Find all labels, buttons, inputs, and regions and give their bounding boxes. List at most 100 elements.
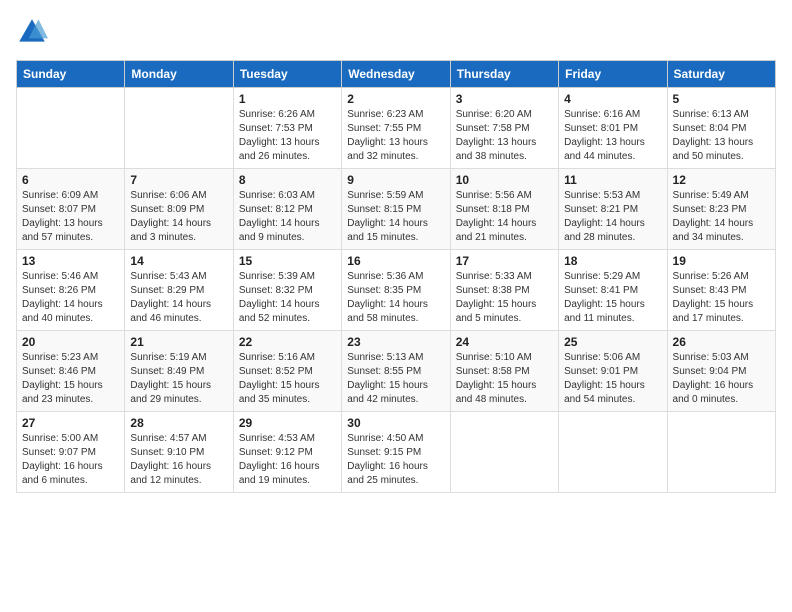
day-number: 26 xyxy=(673,335,770,349)
week-row-1: 1Sunrise: 6:26 AMSunset: 7:53 PMDaylight… xyxy=(17,88,776,169)
day-info: Sunrise: 5:53 AMSunset: 8:21 PMDaylight:… xyxy=(564,189,661,245)
day-cell: 16 Sunrise: 5:36 AMSunset: 8:35 PMDayligh… xyxy=(342,250,450,331)
day-info: Sunrise: 5:43 AMSunset: 8:29 PMDaylight:… xyxy=(130,270,227,326)
day-cell xyxy=(450,412,558,493)
header-thursday: Thursday xyxy=(450,61,558,88)
day-cell: 19 Sunrise: 5:26 AMSunset: 8:43 PMDayligh… xyxy=(667,250,775,331)
logo-icon xyxy=(16,16,48,48)
day-number: 21 xyxy=(130,335,227,349)
day-info: Sunrise: 4:50 AMSunset: 9:15 PMDaylight:… xyxy=(347,432,444,488)
day-number: 6 xyxy=(22,173,119,187)
day-number: 3 xyxy=(456,92,553,106)
week-row-4: 20Sunrise: 5:23 AMSunset: 8:46 PMDayligh… xyxy=(17,331,776,412)
day-number: 17 xyxy=(456,254,553,268)
day-cell: 4 Sunrise: 6:16 AMSunset: 8:01 PMDaylight… xyxy=(559,88,667,169)
logo xyxy=(16,16,52,48)
day-cell: 8 Sunrise: 6:03 AMSunset: 8:12 PMDaylight… xyxy=(233,169,341,250)
day-cell: 23 Sunrise: 5:13 AMSunset: 8:55 PMDayligh… xyxy=(342,331,450,412)
day-cell: 28 Sunrise: 4:57 AMSunset: 9:10 PMDayligh… xyxy=(125,412,233,493)
day-cell: 18 Sunrise: 5:29 AMSunset: 8:41 PMDayligh… xyxy=(559,250,667,331)
day-info: Sunrise: 5:26 AMSunset: 8:43 PMDaylight:… xyxy=(673,270,770,326)
day-number: 28 xyxy=(130,416,227,430)
day-number: 4 xyxy=(564,92,661,106)
day-cell: 9Sunrise: 5:59 AMSunset: 8:15 PMDaylight… xyxy=(342,169,450,250)
day-cell xyxy=(125,88,233,169)
header-monday: Monday xyxy=(125,61,233,88)
day-cell xyxy=(559,412,667,493)
day-number: 24 xyxy=(456,335,553,349)
day-info: Sunrise: 5:36 AMSunset: 8:35 PMDaylight:… xyxy=(347,270,444,326)
day-cell: 2 Sunrise: 6:23 AMSunset: 7:55 PMDaylight… xyxy=(342,88,450,169)
day-cell: 14 Sunrise: 5:43 AMSunset: 8:29 PMDayligh… xyxy=(125,250,233,331)
day-info: Sunrise: 5:13 AMSunset: 8:55 PMDaylight:… xyxy=(347,351,444,407)
day-cell: 21 Sunrise: 5:19 AMSunset: 8:49 PMDayligh… xyxy=(125,331,233,412)
day-number: 25 xyxy=(564,335,661,349)
day-info: Sunrise: 5:10 AMSunset: 8:58 PMDaylight:… xyxy=(456,351,553,407)
day-cell: 20Sunrise: 5:23 AMSunset: 8:46 PMDayligh… xyxy=(17,331,125,412)
day-number: 13 xyxy=(22,254,119,268)
day-number: 2 xyxy=(347,92,444,106)
day-number: 16 xyxy=(347,254,444,268)
day-number: 10 xyxy=(456,173,553,187)
day-cell: 24 Sunrise: 5:10 AMSunset: 8:58 PMDayligh… xyxy=(450,331,558,412)
day-number: 30 xyxy=(347,416,444,430)
day-cell: 26 Sunrise: 5:03 AMSunset: 9:04 PMDayligh… xyxy=(667,331,775,412)
header-wednesday: Wednesday xyxy=(342,61,450,88)
day-cell xyxy=(17,88,125,169)
day-cell: 15Sunrise: 5:39 AMSunset: 8:32 PMDayligh… xyxy=(233,250,341,331)
day-cell: 1Sunrise: 6:26 AMSunset: 7:53 PMDaylight… xyxy=(233,88,341,169)
day-number: 14 xyxy=(130,254,227,268)
day-info: Sunrise: 6:03 AMSunset: 8:12 PMDaylight:… xyxy=(239,189,336,245)
header-row: SundayMondayTuesdayWednesdayThursdayFrid… xyxy=(17,61,776,88)
day-cell: 6 Sunrise: 6:09 AMSunset: 8:07 PMDaylight… xyxy=(17,169,125,250)
day-cell: 5 Sunrise: 6:13 AMSunset: 8:04 PMDaylight… xyxy=(667,88,775,169)
day-number: 27 xyxy=(22,416,119,430)
day-info: Sunrise: 5:49 AMSunset: 8:23 PMDaylight:… xyxy=(673,189,770,245)
day-info: Sunrise: 6:09 AMSunset: 8:07 PMDaylight:… xyxy=(22,189,119,245)
day-info: Sunrise: 5:39 AMSunset: 8:32 PMDaylight:… xyxy=(239,270,336,326)
day-info: Sunrise: 5:33 AMSunset: 8:38 PMDaylight:… xyxy=(456,270,553,326)
day-info: Sunrise: 5:19 AMSunset: 8:49 PMDaylight:… xyxy=(130,351,227,407)
day-number: 18 xyxy=(564,254,661,268)
day-info: Sunrise: 6:23 AMSunset: 7:55 PMDaylight:… xyxy=(347,108,444,164)
week-row-3: 13Sunrise: 5:46 AMSunset: 8:26 PMDayligh… xyxy=(17,250,776,331)
day-cell: 12 Sunrise: 5:49 AMSunset: 8:23 PMDayligh… xyxy=(667,169,775,250)
day-info: Sunrise: 5:03 AMSunset: 9:04 PMDaylight:… xyxy=(673,351,770,407)
day-number: 8 xyxy=(239,173,336,187)
page-header xyxy=(16,16,776,48)
day-info: Sunrise: 5:29 AMSunset: 8:41 PMDaylight:… xyxy=(564,270,661,326)
day-cell: 25 Sunrise: 5:06 AMSunset: 9:01 PMDayligh… xyxy=(559,331,667,412)
day-cell: 10 Sunrise: 5:56 AMSunset: 8:18 PMDayligh… xyxy=(450,169,558,250)
day-info: Sunrise: 6:13 AMSunset: 8:04 PMDaylight:… xyxy=(673,108,770,164)
week-row-2: 6 Sunrise: 6:09 AMSunset: 8:07 PMDaylight… xyxy=(17,169,776,250)
day-info: Sunrise: 6:20 AMSunset: 7:58 PMDaylight:… xyxy=(456,108,553,164)
day-number: 23 xyxy=(347,335,444,349)
day-cell: 30 Sunrise: 4:50 AMSunset: 9:15 PMDayligh… xyxy=(342,412,450,493)
day-cell: 27 Sunrise: 5:00 AMSunset: 9:07 PMDayligh… xyxy=(17,412,125,493)
header-saturday: Saturday xyxy=(667,61,775,88)
day-number: 1 xyxy=(239,92,336,106)
day-number: 5 xyxy=(673,92,770,106)
week-row-5: 27 Sunrise: 5:00 AMSunset: 9:07 PMDayligh… xyxy=(17,412,776,493)
header-friday: Friday xyxy=(559,61,667,88)
day-cell: 17 Sunrise: 5:33 AMSunset: 8:38 PMDayligh… xyxy=(450,250,558,331)
day-info: Sunrise: 4:57 AMSunset: 9:10 PMDaylight:… xyxy=(130,432,227,488)
header-sunday: Sunday xyxy=(17,61,125,88)
day-info: Sunrise: 6:16 AMSunset: 8:01 PMDaylight:… xyxy=(564,108,661,164)
day-info: Sunrise: 5:59 AMSunset: 8:15 PMDaylight:… xyxy=(347,189,444,245)
day-info: Sunrise: 5:00 AMSunset: 9:07 PMDaylight:… xyxy=(22,432,119,488)
day-number: 12 xyxy=(673,173,770,187)
day-info: Sunrise: 5:56 AMSunset: 8:18 PMDaylight:… xyxy=(456,189,553,245)
day-info: Sunrise: 5:23 AMSunset: 8:46 PMDaylight:… xyxy=(22,351,119,407)
day-number: 19 xyxy=(673,254,770,268)
day-cell: 22Sunrise: 5:16 AMSunset: 8:52 PMDayligh… xyxy=(233,331,341,412)
header-tuesday: Tuesday xyxy=(233,61,341,88)
day-number: 22 xyxy=(239,335,336,349)
day-cell: 13Sunrise: 5:46 AMSunset: 8:26 PMDayligh… xyxy=(17,250,125,331)
day-info: Sunrise: 6:06 AMSunset: 8:09 PMDaylight:… xyxy=(130,189,227,245)
day-info: Sunrise: 5:06 AMSunset: 9:01 PMDaylight:… xyxy=(564,351,661,407)
day-info: Sunrise: 4:53 AMSunset: 9:12 PMDaylight:… xyxy=(239,432,336,488)
day-number: 29 xyxy=(239,416,336,430)
day-cell xyxy=(667,412,775,493)
day-number: 11 xyxy=(564,173,661,187)
